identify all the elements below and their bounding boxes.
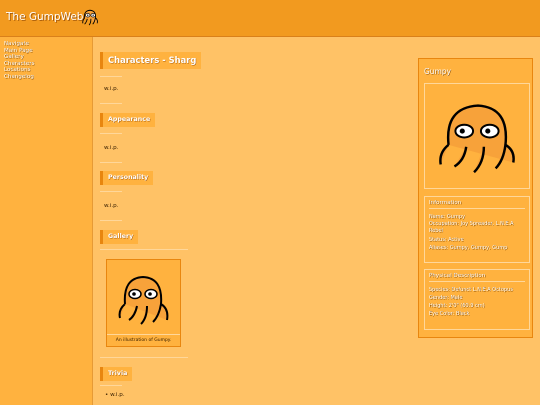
site-title[interactable]: The GumpWeb: [6, 11, 83, 23]
physical-heading: Physical Description: [429, 273, 525, 282]
divider: [100, 103, 122, 104]
phys-row-eye-color: Eye Color: Black: [429, 311, 470, 317]
divider: [100, 76, 122, 77]
intro-text: w.i.p.: [104, 86, 119, 92]
gumpy-illustration[interactable]: [111, 264, 176, 330]
trivia-text: w.i.p.: [110, 392, 125, 398]
info-row-name: Name: Gumpy: [429, 214, 466, 220]
section-heading-appearance: Appearance: [100, 113, 156, 127]
info-row-aliases: Aliases: Gumpy, Gumpy, Gump: [429, 245, 508, 251]
nav-menu: Navigate Main Page Gallery Characters Lo…: [4, 41, 35, 81]
infobox-information: Information Name: Gumpy Occupation: Joy …: [424, 196, 530, 263]
nav-item-main-page[interactable]: Main Page: [4, 48, 35, 55]
sidebar: Navigate Main Page Gallery Characters Lo…: [0, 37, 93, 405]
bullet-icon: •: [105, 392, 109, 398]
section-heading-personality: Personality: [100, 171, 154, 185]
page-title: Characters - Sharg: [100, 52, 202, 69]
gumpy-portrait: [439, 104, 515, 174]
infobox-physical-description: Physical Description Species: Defunct L.…: [424, 269, 530, 330]
personality-text: w.i.p.: [104, 203, 119, 209]
divider: [100, 220, 122, 221]
phys-row-species: Species: Defunct L.N.E.A Octopus: [429, 287, 513, 293]
nav-item-changelog[interactable]: Changelog: [4, 74, 35, 81]
section-heading-gallery: Gallery: [100, 230, 139, 244]
nav-item-characters[interactable]: Characters: [4, 61, 35, 68]
nav-heading: Navigate: [4, 41, 30, 47]
phys-row-gender: Gender: Male: [429, 295, 463, 301]
info-row-occupation: Occupation: Joy Spreader, L.N.E.A Rebel: [429, 221, 514, 234]
nav-item-locations[interactable]: Locations: [4, 67, 35, 74]
divider: [100, 133, 122, 134]
octopus-logo-icon[interactable]: [81, 8, 99, 26]
divider: [100, 162, 122, 163]
infobox-title: Gumpy: [424, 67, 452, 76]
infobox-image[interactable]: [424, 83, 530, 189]
divider: [100, 357, 188, 358]
section-heading-trivia: Trivia: [100, 367, 133, 381]
nav-item-gallery[interactable]: Gallery: [4, 54, 35, 61]
header-bar: The GumpWeb: [0, 0, 540, 37]
divider: [100, 385, 122, 386]
divider: [100, 249, 188, 250]
divider: [100, 191, 122, 192]
gallery-caption: An illustration of Gumpy.: [107, 334, 180, 343]
information-heading: Information: [429, 200, 525, 209]
gallery-thumbnail[interactable]: An illustration of Gumpy.: [106, 259, 181, 347]
phys-row-height: Height: 2'0" (60.9 cm): [429, 303, 485, 309]
appearance-text: w.i.p.: [104, 145, 119, 151]
info-row-status: Status: Active: [429, 237, 464, 243]
character-infobox: Gumpy Information Name: Gumpy Occupation…: [418, 58, 533, 338]
trivia-list-item: • w.i.p.: [105, 392, 125, 398]
